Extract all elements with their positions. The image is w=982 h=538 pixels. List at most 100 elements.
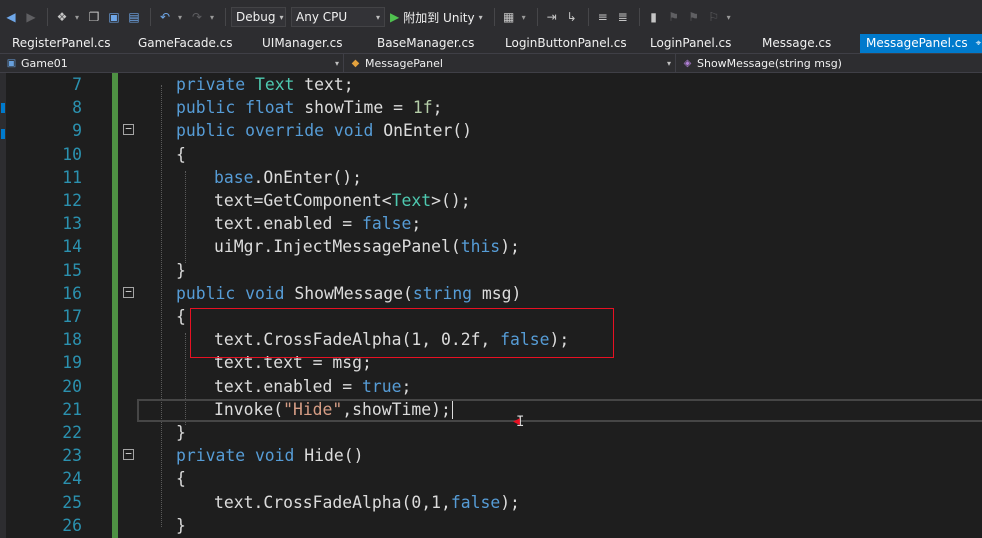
tab-loginbuttonpanel[interactable]: LoginButtonPanel.cs [493,34,638,53]
code-line[interactable]: 15} [6,259,982,282]
tab-message[interactable]: Message.cs [750,34,860,53]
new-project-icon[interactable]: ❖ [53,7,71,27]
tab-label: BaseManager.cs [377,36,475,50]
collapse-icon[interactable]: − [123,448,134,461]
undo-icon[interactable]: ↶ [156,7,174,27]
code-line[interactable]: 21 Invoke("Hide",showTime); [6,398,982,421]
forward-icon[interactable]: ▶ [22,7,40,27]
main-toolbar: ◀ ▶ ❖ ▾ ❐ ▣ ▤ ↶ ▾ ↷ ▾ Debug ▾ Any CPU ▾ … [0,0,982,34]
line-number: 19 [62,353,82,373]
code-line[interactable]: 9 − public override void OnEnter() [6,119,982,142]
code-line[interactable]: 20 text.enabled = true; [6,375,982,398]
document-tabs: RegisterPanel.cs GameFacade.cs UIManager… [0,34,982,53]
redo-dropdown-icon[interactable]: ▾ [208,13,216,22]
collapse-icon[interactable]: − [123,286,134,298]
open-folder-icon[interactable]: ❐ [85,7,103,27]
pin-icon[interactable]: ⌖ [976,34,982,53]
code-text: } [176,421,186,444]
dock-tab-marker[interactable] [1,129,5,139]
code-editor[interactable]: 7 private Text text; 8 public float showTim… [6,73,982,538]
next-bookmark-icon[interactable]: ⚑ [685,7,703,27]
tab-messagepanel[interactable]: MessagePanel.cs ⌖ ✕ [860,34,982,53]
code-token: ; [432,98,443,118]
code-token: .OnEnter(); [253,167,363,187]
code-token: ; [411,214,422,234]
code-token: showTime = [304,98,413,118]
code-line[interactable]: 11 base.OnEnter(); [6,166,982,189]
uncomment-lines-icon[interactable]: ≣ [614,7,632,27]
code-text: { [176,467,186,490]
solution-platform-select[interactable]: Any CPU ▾ [291,7,385,27]
code-token: { [176,144,186,164]
browser-icon[interactable]: ▦ [500,7,518,27]
toolbar-separator [493,8,495,26]
code-line[interactable]: 22} [6,421,982,444]
line-number: 21 [62,399,82,419]
class-icon: ◆ [351,57,360,69]
redo-icon[interactable]: ↷ [188,7,206,27]
code-line[interactable]: 23 − private void Hide() [6,444,982,467]
line-number: 8 [72,98,82,118]
code-token: public override void [176,121,384,141]
code-line[interactable]: 8 public float showTime = 1f; [6,96,982,119]
code-token: text; [294,75,354,94]
step-into-icon[interactable]: ⇥ [543,7,561,27]
tab-registerpanel[interactable]: RegisterPanel.cs [0,34,126,53]
code-line[interactable]: 25 text.CrossFadeAlpha(0,1,false); [6,491,982,514]
new-project-dropdown-icon[interactable]: ▾ [73,13,81,22]
code-line[interactable]: 14 uiMgr.InjectMessagePanel(this); [6,235,982,258]
code-line[interactable]: 16 − public void ShowMessage(string msg) [6,282,982,305]
save-all-icon[interactable]: ▤ [125,7,143,27]
code-token: this [460,237,501,257]
browser-dropdown-icon[interactable]: ▾ [520,13,528,22]
previous-bookmark-icon[interactable]: ⚑ [665,7,683,27]
code-token: ShowMessage( [294,283,413,303]
comment-lines-icon[interactable]: ≡ [594,7,612,27]
bookmark-icon[interactable]: ▮ [645,7,663,27]
save-icon[interactable]: ▣ [105,7,123,27]
toolbar-separator [587,8,589,26]
code-token: { [176,469,186,489]
clear-bookmarks-icon[interactable]: ⚐ [705,7,723,27]
code-token: ; [401,376,412,396]
tab-uimanager[interactable]: UIManager.cs [250,34,365,53]
line-number: 10 [62,144,82,164]
code-token: text.CrossFadeAlpha(0,1, [214,492,451,512]
toolbar-separator [225,8,226,26]
back-icon[interactable]: ◀ [2,7,20,27]
collapse-icon[interactable]: − [123,123,134,136]
solution-configuration-select[interactable]: Debug ▾ [231,7,286,27]
member-dropdown[interactable]: ◈ ShowMessage(string msg) [676,54,982,72]
code-token: Hide() [304,446,364,466]
code-token: text.enabled = [214,214,363,234]
line-number: 18 [62,330,82,350]
chevron-down-icon: ▾ [666,58,671,68]
line-number: 20 [62,376,82,396]
class-dropdown[interactable]: ◆ MessagePanel ▾ [344,54,676,72]
dock-tab-marker[interactable] [1,103,5,113]
code-line[interactable]: 7 private Text text; [6,73,982,96]
code-token: Text [391,191,432,210]
code-line[interactable]: 12 text=GetComponent<Text>(); [6,189,982,212]
tab-gamefacade[interactable]: GameFacade.cs [126,34,250,53]
csharp-project-icon: ▣ [6,57,17,69]
code-token: Invoke( [214,399,284,419]
code-line[interactable]: 10 { [6,143,982,166]
play-icon: ▶ [390,10,400,24]
code-line[interactable]: 13 text.enabled = false; [6,212,982,235]
line-number: 13 [62,214,82,234]
step-over-icon[interactable]: ↳ [563,7,581,27]
tab-loginpanel[interactable]: LoginPanel.cs [638,34,750,53]
line-number: 23 [62,446,82,466]
line-number: 14 [62,237,82,257]
toolbar-overflow-icon[interactable]: ▾ [725,13,733,22]
code-line[interactable]: 24 { [6,467,982,490]
code-line[interactable]: 26} [6,514,982,537]
tab-basemanager[interactable]: BaseManager.cs [365,34,493,53]
toolbar-separator [150,8,151,26]
line-number: 9 [72,121,82,141]
undo-dropdown-icon[interactable]: ▾ [176,13,184,22]
code-token: ); [500,237,520,257]
project-dropdown[interactable]: ▣ Game01 ▾ [0,54,344,72]
attach-to-unity-button[interactable]: ▶ 附加到 Unity ▾ [390,9,483,26]
